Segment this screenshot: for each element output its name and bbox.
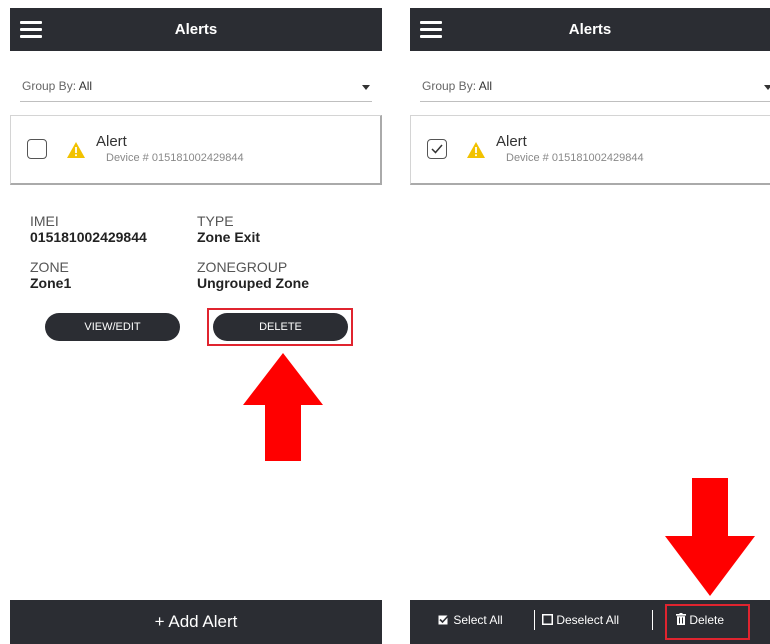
checkbox-icon[interactable] <box>27 139 47 159</box>
zone-field: ZONE Zone1 <box>30 259 71 291</box>
group-by-dropdown[interactable]: Group By: All <box>20 68 372 102</box>
imei-label: IMEI <box>30 213 59 229</box>
arrow-up-icon <box>243 353 323 461</box>
deselect-all-label: Deselect All <box>556 613 620 627</box>
alerts-screen-left: Alerts Group By: All Alert Device # 0151… <box>10 8 382 644</box>
deselect-all-button[interactable]: Deselect All <box>542 613 619 627</box>
bottom-bar: + Add Alert <box>10 600 382 644</box>
bottom-bar: Select All Deselect All Delete <box>410 600 770 644</box>
delete-button[interactable]: Delete <box>676 613 724 627</box>
zonegroup-value: Ungrouped Zone <box>197 275 309 291</box>
zone-value: Zone1 <box>30 275 72 291</box>
checkmark-icon <box>431 144 443 154</box>
group-by-dropdown[interactable]: Group By: All <box>420 68 770 102</box>
warning-icon <box>67 142 85 158</box>
group-by-value: All <box>78 79 93 93</box>
select-all-label: Select All <box>453 613 503 627</box>
header-title: Alerts <box>174 21 218 38</box>
zonegroup-label: ZONEGROUP <box>197 259 288 275</box>
group-by-label: Group By: <box>422 79 477 93</box>
group-by-value: All <box>478 79 493 93</box>
type-label: TYPE <box>197 213 234 229</box>
alerts-screen-right: Alerts Group By: All Alert Device # 0151… <box>410 8 770 644</box>
deselect-all-icon <box>542 614 553 625</box>
alert-title: Alert <box>96 133 127 150</box>
view-edit-button[interactable]: VIEW/EDIT <box>45 313 180 341</box>
caret-down-icon <box>362 85 370 90</box>
type-field: TYPE Zone Exit <box>197 213 260 245</box>
imei-value: 015181002429844 <box>30 229 147 245</box>
zone-label: ZONE <box>30 259 69 275</box>
arrow-down-icon <box>665 478 755 596</box>
alert-device: Device # 015181002429844 <box>506 152 644 164</box>
alert-card[interactable]: Alert Device # 015181002429844 <box>410 115 770 185</box>
alert-card[interactable]: Alert Device # 015181002429844 <box>10 115 382 185</box>
delete-label: Delete <box>689 613 725 627</box>
alert-title: Alert <box>496 133 527 150</box>
separator <box>534 610 535 630</box>
app-header: Alerts <box>410 8 770 51</box>
separator <box>652 610 653 630</box>
checkbox-icon[interactable] <box>427 139 447 159</box>
imei-field: IMEI 015181002429844 <box>30 213 147 245</box>
header-title: Alerts <box>568 21 612 38</box>
caret-down-icon <box>764 85 770 90</box>
alert-device: Device # 015181002429844 <box>106 152 244 164</box>
type-value: Zone Exit <box>197 229 261 245</box>
zonegroup-field: ZONEGROUP Ungrouped Zone <box>197 259 309 291</box>
warning-icon <box>467 142 485 158</box>
add-alert-button[interactable]: + Add Alert <box>10 612 382 632</box>
select-all-icon <box>438 614 450 625</box>
app-header: Alerts <box>10 8 382 51</box>
delete-button[interactable]: DELETE <box>213 313 348 341</box>
group-by-label: Group By: <box>22 79 77 93</box>
select-all-button[interactable]: Select All <box>438 613 503 627</box>
trash-icon <box>676 613 686 625</box>
